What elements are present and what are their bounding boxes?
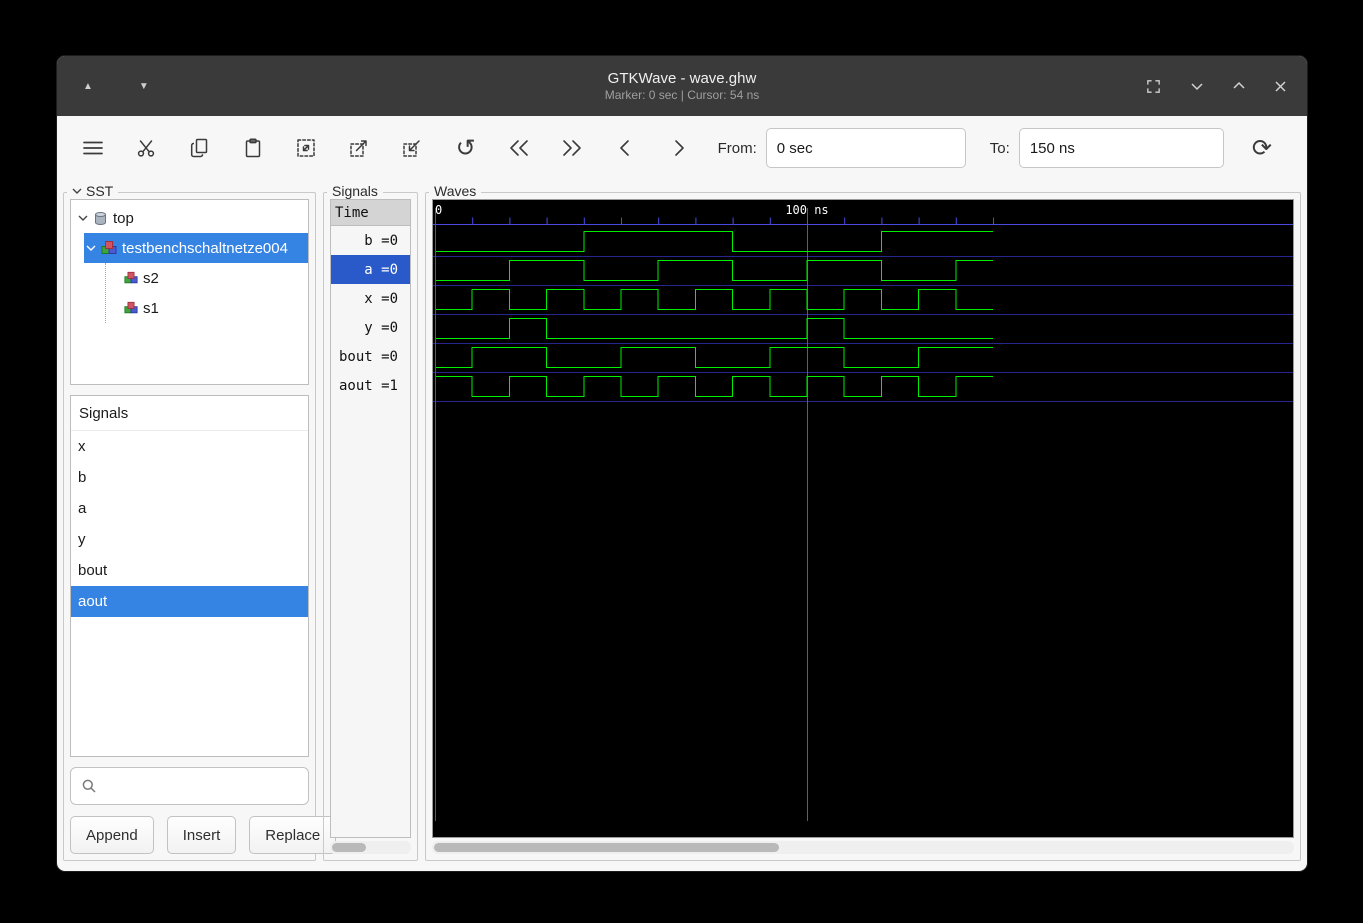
names-hscrollbar[interactable] [330,841,411,854]
tree-node-label: testbenchschaltnetze004 [122,239,288,257]
titlebar-down-triangle-icon[interactable]: ▼ [131,77,157,96]
zoom-out-icon[interactable] [337,128,381,168]
tree-node-label: top [113,209,134,227]
close-icon[interactable] [1272,78,1289,95]
insert-button[interactable]: Insert [166,816,237,854]
signal-list-item-bout[interactable]: bout [71,555,308,586]
wave-row-label-b[interactable]: b =0 [331,226,410,255]
signals-list-header: Signals [71,396,308,431]
wave-row-label-aout[interactable]: aout =1 [331,371,410,400]
expander-icon[interactable] [86,244,96,252]
sst-signals-list: Signals x b a y bout aout [70,395,309,757]
copy-icon[interactable] [177,128,221,168]
expander-icon[interactable] [78,214,88,222]
sst-buttons: Append Insert Replace [70,816,337,854]
wave-area[interactable]: 0 100 ns [432,199,1294,838]
skip-to-end-icon[interactable] [550,128,594,168]
tree-node-top[interactable]: top [71,203,308,233]
gtkwave-window: ▲ ▼ GTKWave - wave.ghw Marker: 0 sec | C… [56,55,1308,872]
signal-list-item-aout[interactable]: aout [71,586,308,617]
svg-text:0: 0 [435,203,442,217]
from-input[interactable] [765,128,966,168]
waves-hscrollbar[interactable] [432,841,1294,854]
zoom-fit-icon[interactable] [284,128,328,168]
tree-node-label: s1 [143,299,159,317]
marker-cursor-status: Marker: 0 sec | Cursor: 54 ns [604,87,760,102]
signal-list-item-a[interactable]: a [71,493,308,524]
sst-tree: top testbenchschaltnetze004 s2 s1 [70,199,309,385]
shift-left-icon[interactable] [603,128,647,168]
titlebar-window-controls [1143,76,1289,97]
paste-icon[interactable] [231,128,275,168]
tree-node-s1[interactable]: s1 [106,293,308,323]
titlebar-up-triangle-icon[interactable]: ▲ [75,77,101,96]
time-header: Time [331,200,410,226]
names-hscrollbar-handle[interactable] [332,843,366,852]
module-icon [124,301,138,315]
to-label: To: [989,139,1010,157]
append-button[interactable]: Append [70,816,154,854]
to-input[interactable] [1018,128,1224,168]
tree-node-s2[interactable]: s2 [106,263,308,293]
waves-hscrollbar-handle[interactable] [434,843,779,852]
module-icon [124,271,138,285]
waves-frame-label: Waves [429,183,482,199]
search-icon [81,778,97,794]
window-title: GTKWave - wave.ghw [607,69,757,87]
desktop: { "window": { "title": "GTKWave - wave.g… [0,0,1363,923]
sst-panel: SST top testbenchschaltnetze004 s2 s1 Si… [63,183,337,861]
titlebar: ▲ ▼ GTKWave - wave.ghw Marker: 0 sec | C… [57,56,1307,116]
chevron-down-icon[interactable] [1188,79,1206,93]
signal-list-item-x[interactable]: x [71,431,308,462]
wave-row-label-bout[interactable]: bout =0 [331,342,410,371]
tree-node-testbench[interactable]: testbenchschaltnetze004 [84,233,308,263]
cut-icon[interactable] [124,128,168,168]
signal-search-box[interactable] [70,767,309,805]
search-input[interactable] [103,768,308,804]
waves-panel: Waves 0 100 ns [425,183,1301,861]
tree-node-label: s2 [143,269,159,287]
reload-icon[interactable]: ⟳ [1240,128,1284,168]
undo-icon[interactable]: ↺ [444,128,488,168]
signal-list-item-y[interactable]: y [71,524,308,555]
signal-names-list: Time b =0 a =0 x =0 y =0 bout =0 aout =1 [330,199,411,838]
from-label: From: [717,139,757,157]
sst-frame-label: SST [67,183,119,199]
titlebar-left-controls: ▲ ▼ [75,77,157,96]
zoom-in-icon[interactable] [390,128,434,168]
database-icon [93,211,108,226]
wave-canvas[interactable]: 0 100 ns [433,200,1293,821]
menu-icon[interactable] [71,128,115,168]
sst-expander-icon[interactable] [72,187,82,195]
signal-names-panel: Signals Time b =0 a =0 x =0 y =0 bout =0… [323,183,418,861]
main-content: SST top testbenchschaltnetze004 s2 s1 Si… [57,180,1307,871]
titlebar-text: GTKWave - wave.ghw Marker: 0 sec | Curso… [605,70,760,103]
signals-frame-label: Signals [327,183,383,199]
chevron-up-icon[interactable] [1230,79,1248,93]
module-icon [101,240,117,256]
wave-row-label-a[interactable]: a =0 [331,255,410,284]
signal-list-item-b[interactable]: b [71,462,308,493]
skip-to-start-icon[interactable] [497,128,541,168]
wave-row-label-y[interactable]: y =0 [331,313,410,342]
tree-children: s2 s1 [105,263,308,323]
shift-right-icon[interactable] [656,128,700,168]
wave-row-label-x[interactable]: x =0 [331,284,410,313]
tile-toggle-icon[interactable] [1143,76,1164,97]
toolbar: ↺ From: To: ⟳ [57,116,1307,180]
